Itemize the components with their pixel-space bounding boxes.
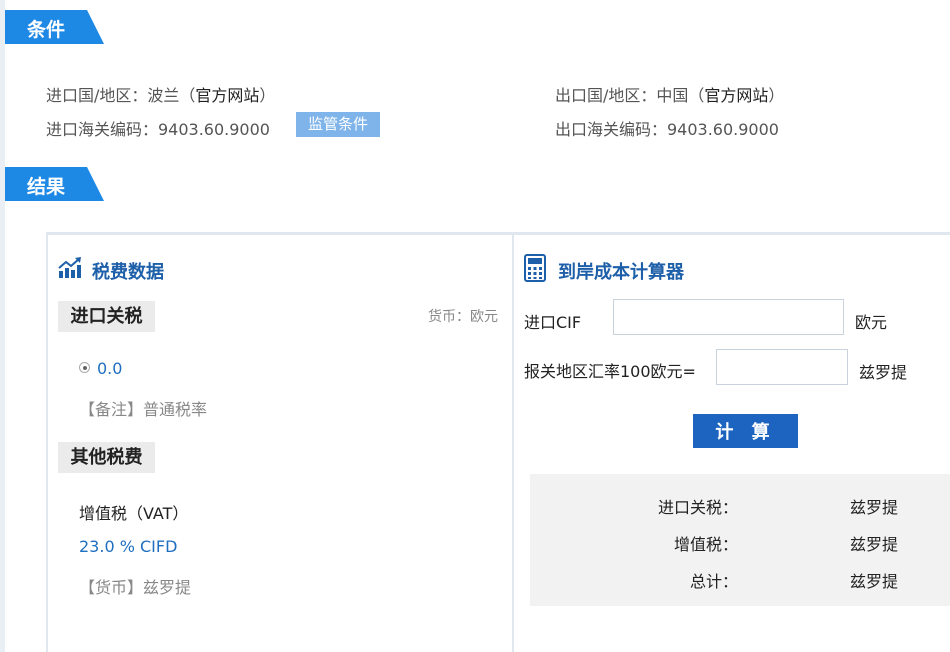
section-tag-conditions: 条件 [5, 10, 104, 44]
calculate-button[interactable]: 计 算 [693, 414, 798, 448]
vat-rate: 23.0 % CIFD [79, 537, 178, 556]
export-country-line: 出口国/地区：中国（官方网站） [555, 82, 784, 106]
calculator-title: 到岸成本计算器 [558, 262, 684, 283]
vat-name: 增值税（VAT） [79, 504, 189, 523]
panel-divider [512, 235, 514, 652]
duty-value: 0.0 [97, 359, 123, 378]
result-total-label: 总计： [689, 572, 738, 591]
rate-unit: 兹罗提 [859, 363, 908, 382]
duty-remark: 【备注】普通税率 [79, 400, 208, 419]
other-tax-label: 其他税费 [58, 442, 155, 473]
import-close-paren: ） [259, 86, 276, 105]
rate-input[interactable] [716, 349, 848, 385]
export-close-paren: ） [768, 86, 785, 105]
import-country-label: 进口国/地区：波兰（ [46, 86, 196, 105]
result-vat-unit: 兹罗提 [850, 535, 899, 554]
cif-unit: 欧元 [855, 313, 888, 332]
cif-input[interactable] [613, 299, 844, 335]
supervision-conditions-button[interactable]: 监管条件 [296, 112, 380, 137]
result-duty-label: 进口关税： [657, 498, 738, 517]
rate-label: 报关地区汇率100欧元= [524, 362, 696, 381]
import-hs-code: 进口海关编码：9403.60.9000 [46, 120, 270, 139]
tax-panel-title: 税费数据 [92, 262, 164, 283]
import-official-site-link[interactable]: 官方网站 [195, 86, 259, 105]
result-duty-unit: 兹罗提 [850, 498, 899, 517]
export-country-label: 出口国/地区：中国（ [555, 86, 705, 105]
section-title-results: 结果 [27, 176, 66, 198]
section-tag-results: 结果 [5, 167, 104, 201]
export-hs-code: 出口海关编码：9403.60.9000 [555, 120, 779, 139]
section-title-conditions: 条件 [27, 19, 66, 41]
import-duty-label: 进口关税 [58, 301, 155, 332]
result-total-unit: 兹罗提 [850, 572, 899, 591]
vat-currency: 【货币】兹罗提 [79, 578, 192, 597]
duty-radio[interactable] [79, 362, 90, 373]
chart-up-icon [58, 257, 82, 283]
currency-note: 货币：欧元 [428, 309, 498, 325]
calculator-icon [524, 254, 546, 286]
export-official-site-link[interactable]: 官方网站 [704, 86, 768, 105]
cif-label: 进口CIF [524, 313, 582, 332]
result-vat-label: 增值税： [673, 535, 738, 554]
import-country-line: 进口国/地区：波兰（官方网站） [46, 82, 275, 106]
left-edge-strip [0, 0, 5, 652]
